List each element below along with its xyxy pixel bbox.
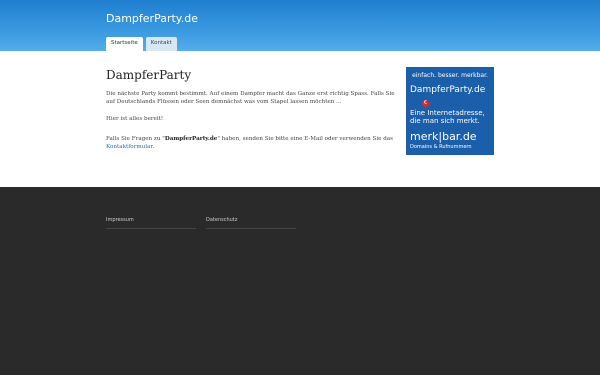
main-content: DampferParty Die nächste Party kommt bes…: [0, 51, 600, 187]
ad-tagline: einfach. besser. merkbar.: [412, 72, 488, 79]
tab-startseite[interactable]: Startseite: [106, 37, 143, 51]
merkbar-ad-banner[interactable]: einfach. besser. merkbar. DampferParty.d…: [406, 67, 494, 155]
euro-badge-icon: €: [422, 100, 429, 107]
ready-paragraph: Hier ist alles bereit!: [106, 116, 164, 122]
ad-brand-logo: merk|bar.de: [410, 130, 477, 143]
ad-domain: DampferParty.de: [410, 85, 486, 95]
page-title: DampferParty: [106, 68, 192, 82]
main-nav: Startseite Kontakt: [106, 37, 177, 51]
ad-text: Eine Internetadresse, die man sich merkt…: [410, 109, 485, 125]
footer-link-impressum[interactable]: Impressum: [106, 217, 134, 223]
site-title[interactable]: DampferParty.de: [106, 12, 198, 25]
contact-text-start: Falls Sie Fragen zu ": [106, 136, 165, 142]
footer-link-datenschutz[interactable]: Datenschutz: [206, 217, 237, 223]
contact-text-middle: " haben, senden Sie bitte eine E-Mail od…: [217, 136, 393, 142]
header: DampferParty.de Startseite Kontakt: [0, 0, 600, 51]
contact-text-end: .: [152, 144, 155, 150]
intro-paragraph: Die nächste Party kommt bestimmt. Auf ei…: [106, 91, 395, 105]
ad-footer-text: Domains & Rufnummern: [410, 144, 472, 150]
domain-name-bold: DampferParty.de: [164, 136, 218, 142]
footer-impressum[interactable]: Impressum: [106, 206, 196, 229]
footer-datenschutz[interactable]: Datenschutz: [206, 206, 296, 229]
contact-paragraph: Falls Sie Fragen zu "DampferParty.de" ha…: [106, 135, 396, 151]
contact-form-link[interactable]: Kontaktformular: [106, 144, 152, 150]
tab-kontakt[interactable]: Kontakt: [145, 37, 177, 51]
